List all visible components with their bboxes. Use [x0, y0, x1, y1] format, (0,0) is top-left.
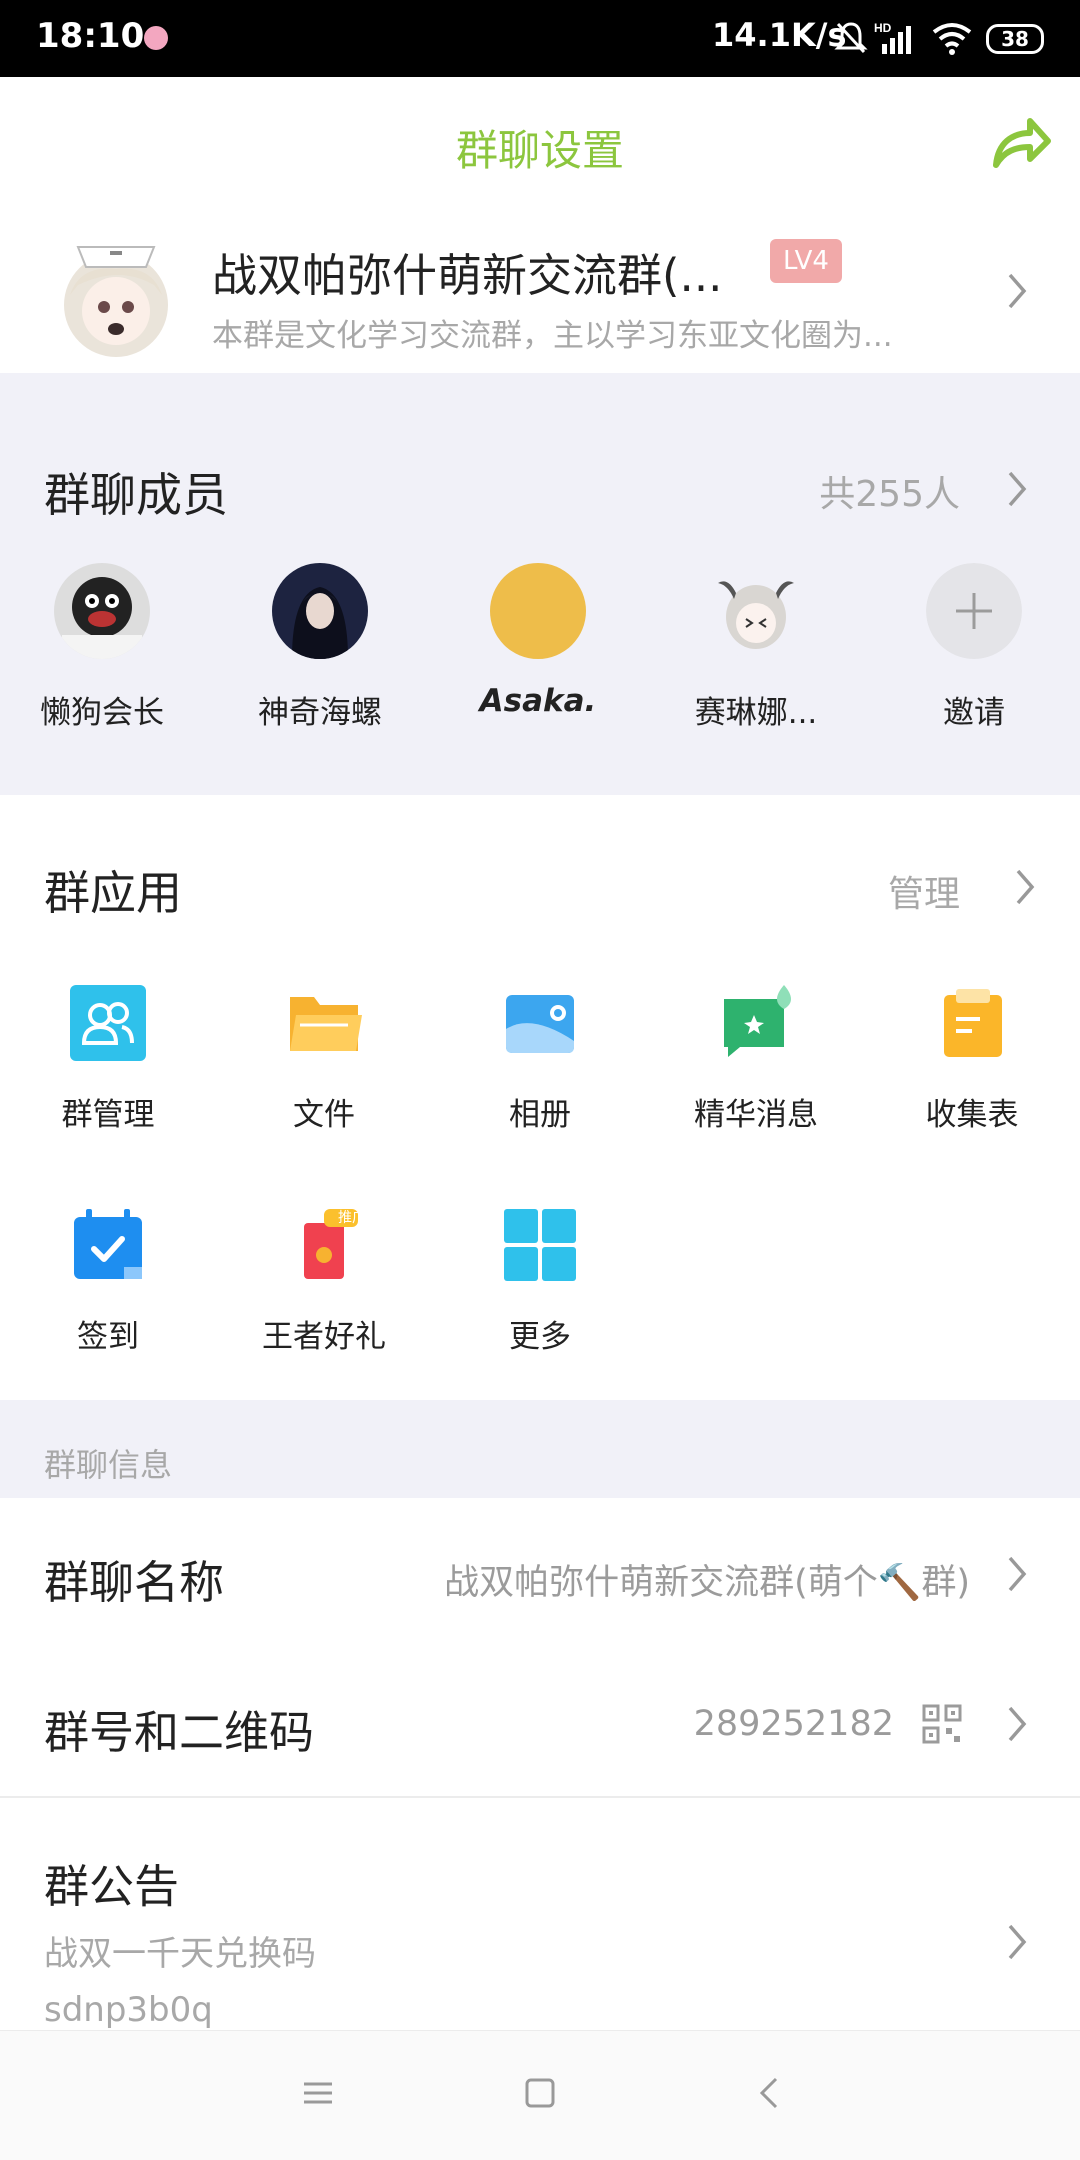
- group-name-value: 战双帕弥什萌新交流群(萌个🔨群): [444, 1563, 970, 1603]
- app-label: 签到: [77, 1319, 139, 1355]
- chevron-right-icon: [1008, 1556, 1027, 1592]
- member-avatar: [708, 563, 804, 659]
- app-group-manage[interactable]: 群管理: [18, 985, 198, 1134]
- chevron-right-icon: [1008, 273, 1027, 309]
- apps-title: 群应用: [44, 866, 182, 920]
- group-notice-line: 战双一千天兑换码: [44, 1934, 316, 1974]
- app-label: 精华消息: [694, 1097, 818, 1133]
- group-name-row[interactable]: 群聊名称 战双帕弥什萌新交流群(萌个🔨群): [0, 1498, 1080, 1650]
- member-avatar: [272, 563, 368, 659]
- collection-form-icon: [944, 989, 1002, 1057]
- signal-icon: HD: [874, 21, 911, 54]
- status-time: 18:10: [36, 16, 145, 56]
- more-grid-icon: [504, 1209, 576, 1281]
- app-label: 收集表: [925, 1097, 1019, 1133]
- network-speed: 14.1K/s: [712, 16, 847, 54]
- member-name: 懒狗会长: [40, 695, 164, 731]
- group-manage-icon: [70, 985, 146, 1061]
- back-icon[interactable]: [752, 2075, 788, 2111]
- svg-text:HD: HD: [874, 21, 892, 35]
- group-number-row[interactable]: 群号和二维码 289252182: [0, 1650, 1080, 1796]
- app-label: 文件: [293, 1097, 355, 1133]
- chevron-right-icon[interactable]: [1014, 867, 1036, 907]
- battery-level: 38: [986, 24, 1044, 54]
- system-navigation-bar: [0, 2030, 1080, 2160]
- home-icon[interactable]: [522, 2075, 558, 2111]
- group-notice-row[interactable]: 群公告 战双一千天兑换码 sdnp3b0q: [0, 1798, 1080, 2030]
- info-section-title: 群聊信息: [44, 1446, 173, 1484]
- share-icon[interactable]: [990, 115, 1052, 171]
- group-number-label: 群号和二维码: [44, 1706, 315, 1759]
- notification-app-icon: [144, 26, 168, 50]
- group-notice-line: sdnp3b0q: [44, 1990, 213, 2030]
- member-item[interactable]: 神奇海螺: [240, 563, 400, 732]
- group-description: 本群是文化学习交流群，主以学习东亚文化圈为...: [212, 318, 893, 354]
- app-collection-form[interactable]: 收集表: [882, 985, 1062, 1134]
- chevron-right-icon: [1008, 1706, 1027, 1742]
- group-name-label: 群聊名称: [44, 1556, 225, 1609]
- app-label: 相册: [509, 1097, 571, 1133]
- members-section: 群聊成员 共255人 懒狗会长 神奇海螺 Asaka. 赛琳娜... 邀请: [0, 373, 1080, 795]
- header: 群聊设置: [0, 77, 1080, 205]
- folder-icon: [290, 997, 362, 1051]
- wifi-icon: [932, 23, 972, 55]
- status-bar: 18:10 14.1K/s HD 38: [0, 0, 1080, 77]
- app-check-in[interactable]: 签到: [18, 1207, 198, 1356]
- group-avatar: [64, 246, 168, 357]
- group-level-badge: LV4: [770, 239, 842, 283]
- qr-code-icon: [922, 1704, 962, 1744]
- member-name: Asaka.: [479, 683, 597, 719]
- app-more[interactable]: 更多: [450, 1207, 630, 1356]
- app-label: 群管理: [61, 1097, 155, 1133]
- chevron-right-icon: [1008, 1924, 1027, 1960]
- app-files[interactable]: 文件: [234, 985, 414, 1134]
- member-name: 赛琳娜...: [694, 695, 818, 731]
- member-item[interactable]: 懒狗会长: [22, 563, 182, 732]
- group-apps-section: 群应用 管理 群管理 文件 相册 精华消息 收集表 签到 推广 王者好礼 更多: [0, 795, 1080, 1400]
- info-section-header: 群聊信息: [0, 1400, 1080, 1498]
- chevron-right-icon[interactable]: [1006, 469, 1028, 509]
- member-count[interactable]: 共255人: [819, 465, 960, 517]
- invite-button[interactable]: 邀请: [894, 563, 1054, 732]
- app-essence-messages[interactable]: 精华消息: [666, 985, 846, 1134]
- essence-message-icon: [724, 985, 791, 1057]
- album-icon: [506, 995, 574, 1053]
- group-profile-card[interactable]: 战双帕弥什萌新交流群(... LV4 本群是文化学习交流群，主以学习东亚文化圈为…: [0, 205, 1080, 375]
- member-item[interactable]: Asaka.: [458, 563, 618, 719]
- app-honor-of-kings-gift[interactable]: 推广 王者好礼: [234, 1207, 414, 1356]
- group-name: 战双帕弥什萌新交流群(...: [212, 249, 723, 302]
- group-notice-label: 群公告: [44, 1860, 180, 1913]
- app-label: 更多: [509, 1319, 571, 1355]
- plus-icon: [926, 563, 1022, 659]
- group-number-value: 289252182: [693, 1704, 894, 1744]
- app-album[interactable]: 相册: [450, 985, 630, 1134]
- page-title: 群聊设置: [455, 126, 624, 175]
- apps-manage-link[interactable]: 管理: [888, 865, 960, 917]
- member-avatar: [490, 563, 586, 659]
- check-in-icon: [74, 1209, 142, 1279]
- invite-label: 邀请: [943, 695, 1005, 731]
- member-name: 神奇海螺: [258, 695, 382, 731]
- menu-icon[interactable]: [300, 2075, 336, 2111]
- promo-tag: 推广: [338, 1210, 366, 1226]
- member-avatar: [54, 563, 150, 659]
- app-label: 王者好礼: [262, 1319, 386, 1355]
- members-title: 群聊成员: [44, 468, 228, 522]
- mute-icon: [834, 22, 868, 54]
- member-item[interactable]: 赛琳娜...: [676, 563, 836, 732]
